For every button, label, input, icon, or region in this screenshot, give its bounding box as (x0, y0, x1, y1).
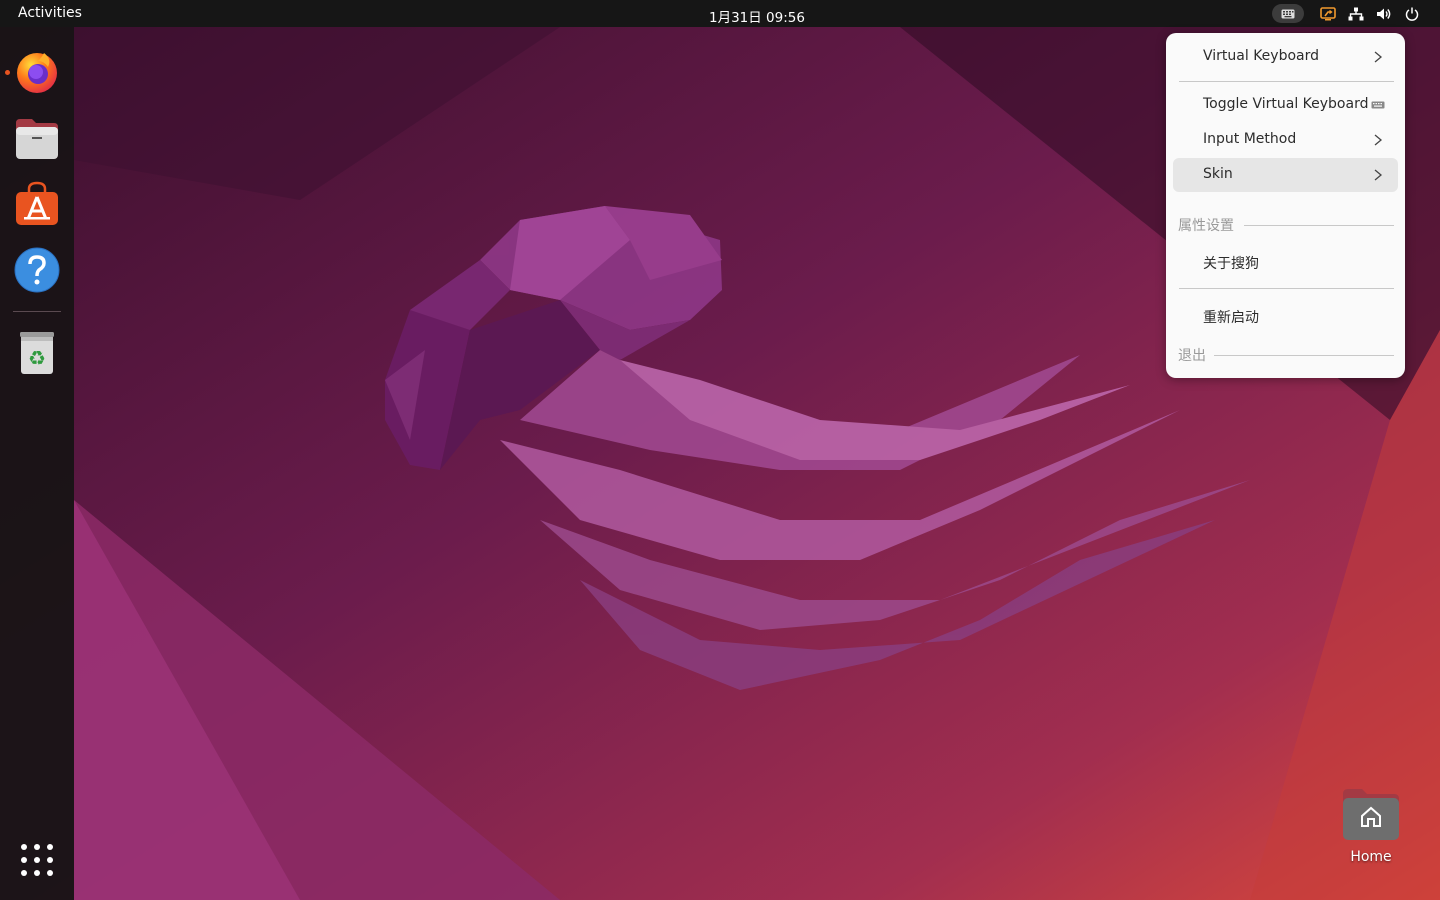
chevron-right-icon (1374, 169, 1383, 181)
dock: ♻ (0, 27, 74, 900)
menu-item-label: 重新启动 (1203, 310, 1259, 326)
chevron-right-icon (1374, 134, 1383, 146)
power-icon (1405, 7, 1419, 21)
app-center-icon (16, 181, 58, 225)
files-icon (16, 119, 58, 159)
menu-separator (1179, 288, 1394, 289)
keyboard-icon (1371, 101, 1385, 109)
top-bar: Activities 1月31日 09:56 (0, 0, 1440, 27)
menu-item-about-sogou[interactable]: 关于搜狗 (1173, 245, 1398, 279)
app-grid-icon (21, 844, 53, 876)
chevron-right-icon (1374, 51, 1383, 63)
menu-item-skin[interactable]: Skin (1173, 158, 1398, 192)
desktop-home-label: Home (1350, 849, 1392, 865)
show-applications-button[interactable] (12, 835, 62, 885)
running-indicator (5, 70, 10, 75)
dock-item-files[interactable] (12, 114, 62, 164)
menu-item-label: Skin (1203, 166, 1233, 182)
dock-separator (13, 311, 61, 312)
volume-button[interactable] (1370, 3, 1398, 24)
help-icon (14, 247, 60, 293)
dock-item-trash[interactable]: ♻ (12, 328, 62, 378)
menu-item-restart[interactable]: 重新启动 (1173, 299, 1398, 333)
menu-section-properties: 属性设置 (1178, 215, 1394, 235)
volume-icon (1377, 8, 1391, 19)
home-folder-icon (1343, 789, 1399, 840)
section-divider (1244, 225, 1394, 226)
menu-separator (1179, 81, 1394, 82)
menu-item-label: Toggle Virtual Keyboard (1203, 96, 1369, 112)
menu-item-toggle-virtual-keyboard[interactable]: Toggle Virtual Keyboard (1173, 88, 1398, 122)
system-tray (1272, 3, 1426, 24)
dock-item-app-center[interactable] (12, 179, 62, 229)
section-divider (1214, 355, 1394, 356)
svg-text:♻: ♻ (28, 346, 46, 370)
menu-item-input-method[interactable]: Input Method (1173, 123, 1398, 157)
clock[interactable]: 1月31日 09:56 (709, 6, 805, 26)
activities-button[interactable]: Activities (18, 5, 82, 21)
power-button[interactable] (1398, 3, 1426, 24)
network-icon (1348, 7, 1364, 20)
keyboard-icon (1281, 9, 1295, 18)
screen-share-icon (1320, 6, 1336, 20)
network-button[interactable] (1342, 3, 1370, 24)
firefox-icon (17, 53, 57, 93)
screen-share-button[interactable] (1314, 3, 1342, 24)
dock-item-firefox[interactable] (12, 47, 62, 97)
dock-item-help[interactable] (12, 245, 62, 295)
input-method-menu: Virtual Keyboard Toggle Virtual Keyboard… (1166, 33, 1405, 378)
section-label: 属性设置 (1178, 218, 1234, 234)
menu-item-virtual-keyboard[interactable]: Virtual Keyboard (1173, 40, 1398, 74)
menu-item-label: 关于搜狗 (1203, 256, 1259, 272)
keyboard-indicator-button[interactable] (1272, 4, 1304, 23)
menu-item-label: Input Method (1203, 131, 1297, 147)
section-label: 退出 (1178, 348, 1206, 364)
menu-section-exit[interactable]: 退出 (1178, 345, 1394, 365)
trash-icon: ♻ (20, 332, 54, 374)
menu-item-label: Virtual Keyboard (1203, 48, 1320, 64)
